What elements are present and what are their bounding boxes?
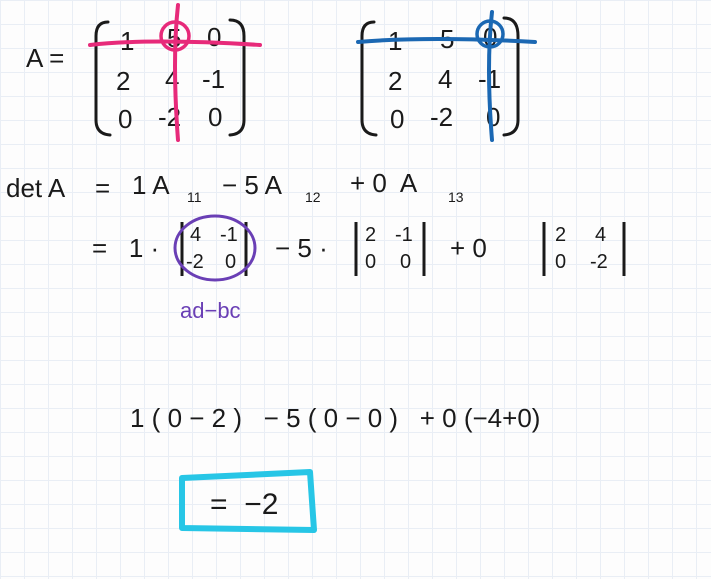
minor2-b: -1 [395,225,413,245]
cof-t1: 1 A [132,172,170,198]
m1-r3c1: 0 [118,106,132,132]
minor1-b: -1 [220,225,238,245]
cof-s3: 13 [448,190,464,204]
result: = −2 [210,490,278,520]
minor3-c: 0 [555,252,566,272]
m2-r3c1: 0 [390,106,404,132]
cof-t2: − 5 A [222,172,282,198]
expand-mid2: + 0 [450,235,487,261]
expand-lead: = 1 · [92,235,159,261]
cof-t3: + 0 A [350,170,417,196]
matrix-a-lhs: A = [26,45,64,71]
m2-r2c3: -1 [478,66,501,92]
minor3-d: -2 [590,252,608,272]
m2-r1c2: 5 [440,26,454,52]
m2-r3c2: -2 [430,104,453,130]
whiteboard-canvas: A = 1 5 0 2 4 -1 0 -2 0 1 5 0 2 4 -1 0 -… [0,0,711,579]
ink-overlay [0,0,711,579]
minor1-a: 4 [190,225,201,245]
minor2-d: 0 [400,252,411,272]
minor1-c: -2 [186,252,204,272]
minor2-a: 2 [365,225,376,245]
cof-s2: 12 [305,190,321,204]
m1-r1c1: 1 [120,28,134,54]
m1-r3c2: -2 [158,104,181,130]
minor3-a: 2 [555,225,566,245]
det-a-label: det A [6,175,65,201]
m2-r3c3: 0 [486,104,500,130]
m1-r2c3: -1 [202,66,225,92]
m2-r1c1: 1 [388,28,402,54]
m1-r1c2: 5 [167,25,181,51]
expand-mid1: − 5 · [275,235,328,261]
m1-r3c3: 0 [208,104,222,130]
eq-1: = [95,175,110,201]
m2-r1c3: 0 [483,24,497,50]
m2-r2c1: 2 [388,68,402,94]
minor3-b: 4 [595,225,606,245]
m1-r2c1: 2 [116,68,130,94]
m1-r1c3: 0 [207,24,221,50]
note-adbc: ad−bc [180,300,241,322]
m2-r2c2: 4 [438,66,452,92]
calc-line: 1 ( 0 − 2 ) − 5 ( 0 − 0 ) + 0 (−4+0) [130,405,540,431]
cof-s1: 11 [187,190,202,204]
minor2-c: 0 [365,252,376,272]
minor1-d: 0 [225,252,236,272]
m1-r2c2: 4 [165,66,179,92]
